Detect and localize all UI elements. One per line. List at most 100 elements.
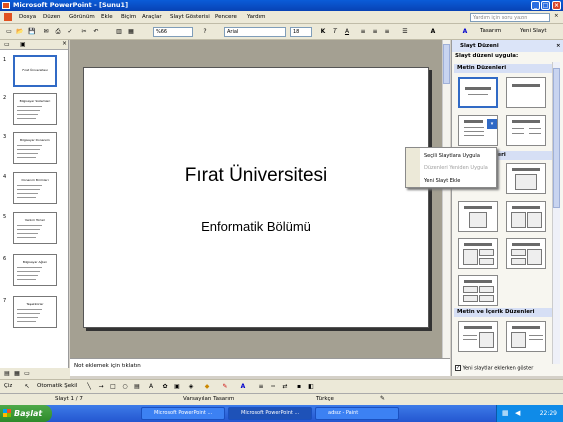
bullets-icon[interactable]: ☰ <box>400 27 410 37</box>
new-icon[interactable]: ▭ <box>4 27 14 37</box>
text-color-icon[interactable]: A <box>460 27 470 37</box>
menu-insert-new-slide[interactable]: Yeni Slayt Ekle <box>424 178 460 184</box>
layout-content-4[interactable] <box>458 238 498 269</box>
layout-title-slide[interactable] <box>458 77 498 108</box>
align-left-icon[interactable]: ≡ <box>358 27 368 37</box>
show-on-new-checkbox[interactable]: ✓ Yeni slaytlar eklerken göster <box>455 365 533 372</box>
layout-content-5[interactable] <box>506 238 546 269</box>
notes-area[interactable]: Not eklemek için tıklatın <box>70 358 450 376</box>
task-paint[interactable]: adsız - Paint <box>315 407 399 420</box>
slide-thumbnail[interactable]: Fırat Üniversitesi <box>13 55 57 87</box>
menu-insert[interactable]: Ekle <box>101 14 113 20</box>
slides-tab-icon[interactable]: ▣ <box>20 41 26 48</box>
shadow-icon[interactable]: ▪ <box>294 382 304 392</box>
menu-format[interactable]: Biçim <box>121 14 136 20</box>
task-powerpoint-2[interactable]: Microsoft PowerPoint ... <box>228 407 312 420</box>
cut-icon[interactable]: ✂ <box>79 27 89 37</box>
network-icon[interactable]: ▦ <box>502 405 509 422</box>
line-icon[interactable]: ╲ <box>84 382 94 392</box>
vertical-scrollbar[interactable] <box>442 40 450 358</box>
close-document-icon[interactable]: × <box>554 13 559 19</box>
open-icon[interactable]: 📂 <box>15 27 25 37</box>
layout-two-column[interactable] <box>506 115 546 146</box>
slide-thumbnail[interactable]: Bilgisayar Ağları <box>13 254 57 286</box>
outline-tab-icon[interactable]: ▭ <box>4 41 10 48</box>
new-slide-button[interactable]: Yeni Slayt <box>520 28 547 34</box>
align-right-icon[interactable]: ≡ <box>382 27 392 37</box>
insert-chart-icon[interactable]: ▥ <box>114 27 124 37</box>
taskpane-scroll-thumb[interactable] <box>553 68 560 208</box>
document-icon[interactable] <box>4 13 12 21</box>
menu-help[interactable]: Yardım <box>247 14 266 20</box>
layout-content-3[interactable] <box>506 201 546 232</box>
fill-color-icon[interactable]: ◆ <box>202 382 212 392</box>
volume-icon[interactable]: ◀ <box>515 405 520 422</box>
layout-text-content-1[interactable] <box>458 321 498 352</box>
textbox-icon[interactable]: ▤ <box>132 382 142 392</box>
save-icon[interactable]: 💾 <box>27 27 37 37</box>
dash-style-icon[interactable]: ┅ <box>268 382 278 392</box>
draw-menu[interactable]: Çiz <box>4 383 12 389</box>
menu-slideshow[interactable]: Slayt Gösterisi <box>170 14 210 20</box>
slideshow-view-icon[interactable]: ▭ <box>22 369 32 379</box>
3d-icon[interactable]: ◧ <box>306 382 316 392</box>
autoshapes-menu[interactable]: Otomatik Şekil <box>37 383 77 389</box>
menu-window[interactable]: Pencere <box>215 14 237 20</box>
taskpane-scrollbar[interactable] <box>552 62 560 364</box>
align-center-icon[interactable]: ≡ <box>370 27 380 37</box>
slide-subtitle[interactable]: Enformatik Bölümü <box>84 219 428 234</box>
italic-button[interactable]: T <box>330 27 340 37</box>
permission-icon[interactable]: ✉ <box>41 27 51 37</box>
maximize-button[interactable]: □ <box>541 1 550 10</box>
layout-title-text[interactable]: ▾ <box>458 115 498 146</box>
underline-button[interactable]: A <box>342 27 352 37</box>
spelling-icon[interactable]: ✓ <box>65 27 75 37</box>
close-button[interactable]: × <box>552 1 561 10</box>
help-search-input[interactable]: Yardım için soru yazın <box>470 13 550 22</box>
checkbox-icon[interactable]: ✓ <box>455 365 461 371</box>
layout-title-only[interactable] <box>506 77 546 108</box>
slide-thumbnail[interactable]: Yazılım Türleri <box>13 212 57 244</box>
diagram-icon[interactable]: ◈ <box>186 382 196 392</box>
clipart-icon[interactable]: ✿ <box>160 382 170 392</box>
undo-icon[interactable]: ↶ <box>91 27 101 37</box>
menu-tools[interactable]: Araçlar <box>142 14 162 20</box>
menu-apply-to-selected[interactable]: Seçili Slaytlara Uygula <box>424 153 480 159</box>
start-button[interactable]: Başlat <box>0 405 52 422</box>
insert-table-icon[interactable]: ▦ <box>126 27 136 37</box>
layout-content-6[interactable] <box>458 275 498 306</box>
close-pane-icon[interactable]: × <box>62 40 67 47</box>
menu-file[interactable]: Dosya <box>19 14 36 20</box>
font-size-select[interactable]: 18 <box>290 27 312 37</box>
line-style-icon[interactable]: ≡ <box>256 382 266 392</box>
help-icon[interactable]: ? <box>200 27 210 37</box>
design-button[interactable]: Tasarım <box>480 28 501 34</box>
print-icon[interactable]: ⎙ <box>53 27 63 37</box>
layout-text-content-2[interactable] <box>506 321 546 352</box>
slide-thumbnail[interactable]: Donanım Birimleri <box>13 172 57 204</box>
menu-view[interactable]: Görünüm <box>69 14 95 20</box>
rectangle-icon[interactable]: □ <box>108 382 118 392</box>
layout-content-1[interactable] <box>506 163 546 194</box>
task-powerpoint-1[interactable]: Microsoft PowerPoint ... <box>141 407 225 420</box>
slide-thumbnail[interactable]: Teşekkürler <box>13 296 57 328</box>
line-color-icon[interactable]: ✎ <box>220 382 230 392</box>
oval-icon[interactable]: ○ <box>120 382 130 392</box>
minimize-button[interactable]: _ <box>531 1 540 10</box>
font-select[interactable]: Arial <box>224 27 286 37</box>
wordart-icon[interactable]: A <box>146 382 156 392</box>
draw-font-color-icon[interactable]: A <box>238 382 248 392</box>
bold-button[interactable]: K <box>318 27 328 37</box>
font-color-icon[interactable]: A <box>428 27 438 37</box>
picture-icon[interactable]: ▣ <box>172 382 182 392</box>
normal-view-icon[interactable]: ▤ <box>2 369 12 379</box>
menu-edit[interactable]: Düzen <box>43 14 60 20</box>
slide-title[interactable]: Fırat Üniversitesi <box>84 165 428 187</box>
slide-thumbnail[interactable]: Bilgisayar Sistemleri <box>13 93 57 125</box>
sorter-view-icon[interactable]: ▦ <box>12 369 22 379</box>
slide[interactable]: Fırat Üniversitesi Enformatik Bölümü <box>83 67 429 328</box>
close-taskpane-icon[interactable]: × <box>556 40 561 52</box>
layout-content-2[interactable] <box>458 201 498 232</box>
zoom-select[interactable]: %66 <box>153 27 193 37</box>
slide-thumbnail[interactable]: Bilgisayar Donanımı <box>13 132 57 164</box>
